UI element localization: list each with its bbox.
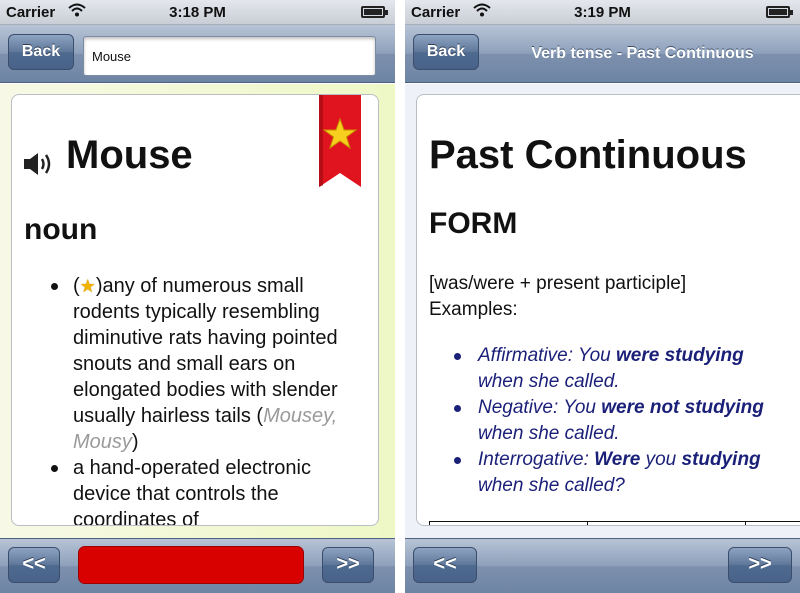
back-button[interactable]: Back xyxy=(413,34,479,70)
previous-button[interactable]: << xyxy=(8,547,60,583)
lesson-screen: Carrier 3:19 PM Back Verb tense - Past C… xyxy=(405,0,800,593)
speaker-icon[interactable] xyxy=(22,150,54,178)
bottom-toolbar: << >> xyxy=(405,538,800,593)
next-button[interactable]: >> xyxy=(322,547,374,583)
dictionary-screen: Carrier 3:18 PM Back Mouse noun (★ xyxy=(0,0,395,593)
bookmark-star-icon[interactable] xyxy=(319,95,361,187)
definition-close: ) xyxy=(131,431,139,453)
clock: 3:19 PM xyxy=(574,4,631,21)
battery-icon xyxy=(361,6,388,18)
definition-item: a hand-operated electronic device that c… xyxy=(12,455,378,526)
search-input[interactable] xyxy=(83,36,376,76)
navigation-bar: Back Verb tense - Past Continuous xyxy=(405,25,800,83)
status-bar: Carrier 3:18 PM xyxy=(0,0,395,25)
entry-word: Mouse xyxy=(66,133,193,177)
definition-list: (★)any of numerous small rodents typical… xyxy=(12,273,378,526)
star-icon: ★ xyxy=(79,276,96,296)
form-description: [was/were + present participle] Examples… xyxy=(429,271,686,323)
definition-open-paren: ( xyxy=(73,275,80,297)
part-of-speech: noun xyxy=(24,213,98,246)
conjugation-table xyxy=(429,521,800,525)
navigation-bar: Back xyxy=(0,25,395,83)
clock: 3:18 PM xyxy=(169,4,226,21)
lesson-card: Past Continuous FORM [was/were + present… xyxy=(416,94,800,526)
example-item: Interrogative: Were you studying when sh… xyxy=(417,447,797,499)
previous-button[interactable]: << xyxy=(413,547,477,583)
next-button[interactable]: >> xyxy=(728,547,792,583)
example-list: Affirmative: You were studying when she … xyxy=(417,343,797,499)
lesson-title: Past Continuous xyxy=(429,133,747,177)
examples-label: Examples: xyxy=(429,299,518,320)
content-area: Past Continuous FORM [was/were + present… xyxy=(405,84,800,538)
back-button[interactable]: Back xyxy=(8,34,74,70)
example-item: Affirmative: You were studying when she … xyxy=(417,343,797,395)
status-bar: Carrier 3:19 PM xyxy=(405,0,800,25)
section-heading: FORM xyxy=(429,207,518,240)
bottom-toolbar: << >> xyxy=(0,538,395,593)
example-item: Negative: You were not studying when she… xyxy=(417,395,797,447)
definition-item: (★)any of numerous small rodents typical… xyxy=(12,273,378,455)
definition-text: a hand-operated electronic device that c… xyxy=(73,457,311,526)
red-action-bar[interactable] xyxy=(78,546,304,584)
content-area: Mouse noun (★)any of numerous small rode… xyxy=(0,84,395,538)
entry-card: Mouse noun (★)any of numerous small rode… xyxy=(11,94,379,526)
nav-title: Verb tense - Past Continuous xyxy=(531,45,754,62)
battery-icon xyxy=(766,6,793,18)
form-formula: [was/were + present participle] xyxy=(429,273,687,294)
